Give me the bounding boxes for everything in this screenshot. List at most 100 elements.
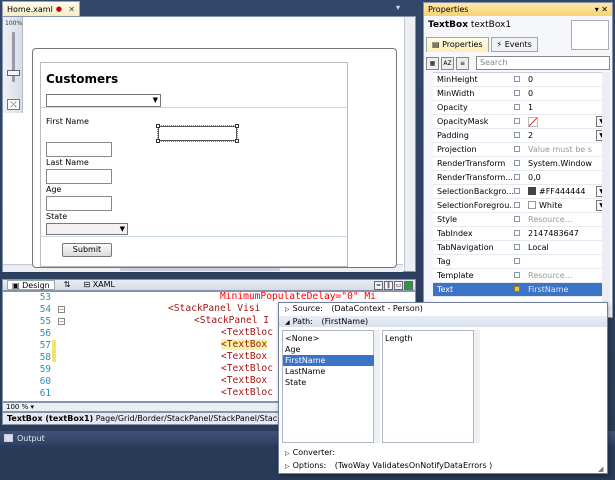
breadcrumb-selected-element[interactable]: TextBox (textBox1) bbox=[7, 414, 93, 423]
property-value[interactable]: Local bbox=[528, 243, 592, 252]
selected-textbox[interactable] bbox=[156, 124, 239, 143]
property-marker-icon[interactable] bbox=[514, 230, 520, 236]
property-marker-icon[interactable] bbox=[514, 118, 520, 124]
tab-design[interactable]: ▣ Design bbox=[7, 280, 55, 290]
property-value[interactable]: #FF444444 bbox=[539, 187, 585, 196]
first-name-textbox[interactable] bbox=[46, 142, 112, 157]
resize-handle[interactable] bbox=[235, 139, 239, 143]
property-value[interactable]: 0 bbox=[528, 89, 592, 98]
path-item-state[interactable]: State bbox=[283, 377, 375, 388]
property-row-style[interactable]: Style Resource... bbox=[433, 213, 610, 227]
property-row-tag[interactable]: Tag bbox=[433, 255, 610, 269]
property-value[interactable]: White bbox=[539, 201, 562, 210]
property-row-selectionforeground[interactable]: SelectionForegrou...White▼ bbox=[433, 199, 610, 213]
subproperty-list-scrollbar[interactable] bbox=[474, 330, 480, 443]
categorized-sort-icon[interactable]: ▦ bbox=[426, 56, 439, 70]
swap-panes-button[interactable]: ⇅ bbox=[60, 280, 75, 290]
property-row-rendertransform[interactable]: RenderTransform System.Windows bbox=[433, 157, 610, 171]
property-row-minheight[interactable]: MinHeight 0 bbox=[433, 73, 610, 87]
document-tab-home-xaml[interactable]: Home.xaml ● ✕ bbox=[2, 1, 80, 16]
property-row-tabnavigation[interactable]: TabNavigation Local bbox=[433, 241, 610, 255]
no-brush-icon[interactable] bbox=[528, 117, 592, 129]
property-row-rendertransformorigin[interactable]: RenderTransform... 0,0 bbox=[433, 171, 610, 185]
property-search-input[interactable]: Search bbox=[476, 56, 610, 70]
property-row-padding[interactable]: Padding2▼ bbox=[433, 129, 610, 143]
designer-vertical-scrollbar[interactable] bbox=[404, 17, 415, 271]
path-item-lastname[interactable]: LastName bbox=[283, 366, 375, 377]
property-marker-icon[interactable] bbox=[514, 90, 520, 96]
property-marker-icon[interactable] bbox=[514, 216, 520, 222]
property-value[interactable]: Value must be set bbox=[528, 145, 592, 154]
age-textbox[interactable] bbox=[46, 196, 112, 211]
path-property-list[interactable]: <None> Age FirstName LastName State bbox=[282, 330, 375, 443]
resize-handle[interactable] bbox=[156, 139, 160, 143]
path-item-age[interactable]: Age bbox=[283, 344, 375, 355]
submit-button[interactable]: Submit bbox=[62, 243, 112, 257]
close-tab-icon[interactable]: ✕ bbox=[68, 5, 75, 14]
path-item-firstname[interactable]: FirstName bbox=[283, 355, 375, 366]
property-value[interactable]: System.Windows bbox=[528, 159, 592, 168]
editor-zoom-value[interactable]: 100 % bbox=[6, 403, 28, 411]
resize-handle[interactable] bbox=[235, 124, 239, 128]
property-marker-icon[interactable] bbox=[514, 244, 520, 250]
property-marker-icon[interactable] bbox=[514, 104, 520, 110]
property-row-selectionbackground[interactable]: SelectionBackgro...#FF444444▼ bbox=[433, 185, 610, 199]
subproperty-list[interactable]: Length bbox=[382, 330, 474, 443]
vertical-split-button[interactable]: ‖ bbox=[384, 280, 393, 290]
panel-window-buttons[interactable]: ▾ ✕ bbox=[595, 5, 608, 14]
property-marker-icon[interactable] bbox=[514, 76, 520, 82]
property-marker-icon[interactable] bbox=[514, 258, 520, 264]
property-marker-icon[interactable] bbox=[514, 188, 520, 194]
tab-xaml[interactable]: ⊟ XAML bbox=[79, 280, 119, 290]
fold-toggle-icon[interactable]: − bbox=[58, 306, 65, 313]
property-row-minwidth[interactable]: MinWidth 0 bbox=[433, 87, 610, 101]
output-label: Output bbox=[17, 433, 45, 443]
tab-events[interactable]: ⚡ Events bbox=[490, 37, 538, 52]
property-row-tabindex[interactable]: TabIndex 2147483647 bbox=[433, 227, 610, 241]
path-list-scrollbar[interactable] bbox=[374, 330, 380, 443]
last-name-textbox[interactable] bbox=[46, 169, 112, 184]
property-value[interactable]: FirstName bbox=[528, 285, 592, 294]
customer-combobox[interactable]: ▼ bbox=[46, 94, 161, 107]
zoom-slider-thumb[interactable] bbox=[7, 70, 20, 76]
property-value[interactable]: 0 bbox=[528, 75, 592, 84]
fit-to-view-button[interactable]: ⤫ bbox=[7, 99, 20, 110]
property-row-text[interactable]: Text FirstName bbox=[433, 283, 610, 297]
subproperty-item-length[interactable]: Length bbox=[383, 333, 475, 344]
expand-pane-button[interactable] bbox=[404, 280, 413, 290]
binding-converter-row[interactable]: ▷ Converter: bbox=[279, 447, 607, 458]
property-value[interactable]: 0,0 bbox=[528, 173, 592, 182]
collapse-pane-button[interactable]: ▭ bbox=[394, 280, 403, 290]
resize-grip-icon[interactable]: ◢ bbox=[598, 465, 603, 473]
property-marker-icon[interactable] bbox=[514, 160, 520, 166]
horizontal-split-button[interactable]: ═ bbox=[374, 280, 383, 290]
property-pages-icon[interactable]: ≡ bbox=[456, 56, 469, 70]
property-value[interactable]: 2 bbox=[528, 131, 592, 140]
property-row-projection[interactable]: Projection Value must be set bbox=[433, 143, 610, 157]
binding-options-row[interactable]: ▷ Options: (TwoWay ValidatesOnNotifyDataE… bbox=[279, 460, 607, 471]
property-marker-icon[interactable] bbox=[514, 174, 520, 180]
property-marker-icon[interactable] bbox=[514, 272, 520, 278]
path-item-none[interactable]: <None> bbox=[283, 333, 375, 344]
property-grid-scrollbar[interactable] bbox=[602, 72, 610, 304]
property-value[interactable]: Resource... bbox=[528, 215, 592, 224]
binding-source-row[interactable]: ▷ Source: (DataContext - Person) bbox=[279, 303, 607, 314]
property-value[interactable]: Resource... bbox=[528, 271, 592, 280]
property-row-opacity[interactable]: Opacity 1 bbox=[433, 101, 610, 115]
property-row-template[interactable]: Template Resource... bbox=[433, 269, 610, 283]
property-marker-icon[interactable] bbox=[514, 132, 520, 138]
property-value[interactable]: 1 bbox=[528, 103, 592, 112]
fold-toggle-icon[interactable]: − bbox=[58, 318, 65, 325]
tab-properties[interactable]: ▤ Properties bbox=[426, 37, 489, 52]
binding-path-row[interactable]: ◢ Path: (FirstName) bbox=[279, 316, 607, 327]
property-marker-icon[interactable] bbox=[514, 202, 520, 208]
property-marker-icon[interactable] bbox=[514, 146, 520, 152]
tab-dropdown-icon[interactable]: ▾ bbox=[396, 3, 400, 12]
data-binding-marker-icon[interactable] bbox=[514, 286, 520, 292]
breadcrumb-path[interactable]: Page/Grid/Border/StackPanel/StackPanel/S… bbox=[96, 414, 297, 423]
alphabetical-sort-icon[interactable]: AZ bbox=[441, 56, 454, 70]
property-row-opacitymask[interactable]: OpacityMask▼ bbox=[433, 115, 610, 129]
property-value[interactable]: 2147483647 bbox=[528, 229, 592, 238]
state-combobox[interactable]: ▼ bbox=[46, 223, 128, 235]
resize-handle[interactable] bbox=[156, 124, 160, 128]
